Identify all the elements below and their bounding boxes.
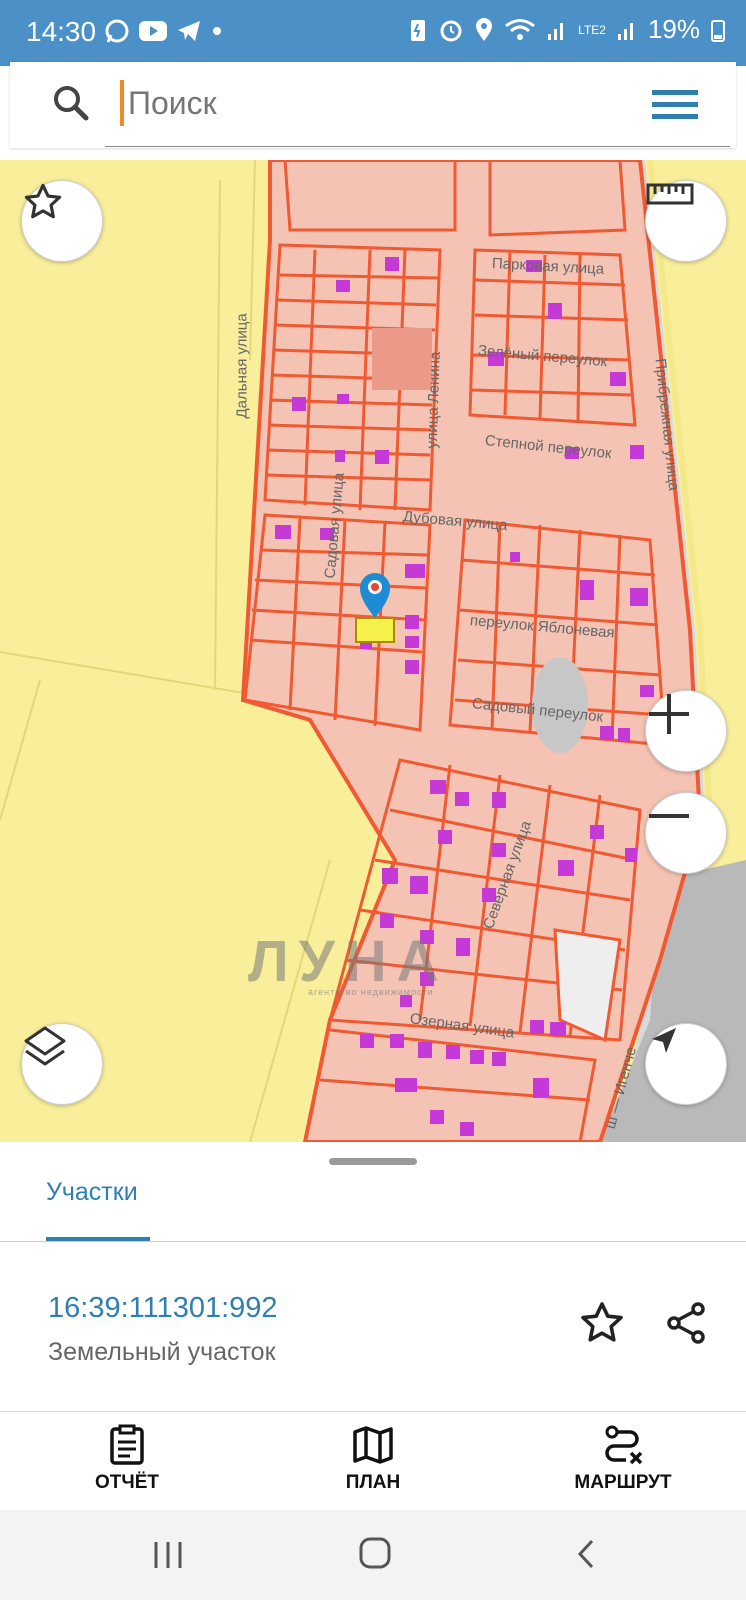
plan-button[interactable]: ПЛАН bbox=[328, 1424, 418, 1494]
tab-parcels[interactable]: Участки bbox=[46, 1178, 150, 1240]
route-label: МАРШРУТ bbox=[574, 1472, 672, 1493]
location-icon bbox=[476, 17, 493, 41]
search-icon[interactable] bbox=[52, 84, 90, 122]
my-location-button[interactable] bbox=[645, 1023, 727, 1105]
action-bar: ОТЧЁТ ПЛАН МАРШРУТ bbox=[0, 1411, 746, 1511]
alarm-icon bbox=[440, 20, 462, 41]
battery-saver-icon bbox=[411, 19, 426, 41]
status-time: 14:30 bbox=[26, 16, 97, 47]
divider bbox=[0, 1241, 746, 1242]
home-icon[interactable] bbox=[358, 1536, 392, 1570]
report-button[interactable]: ОТЧЁТ bbox=[82, 1424, 172, 1494]
plus-icon bbox=[649, 694, 689, 734]
system-navigation-bar bbox=[0, 1510, 746, 1600]
network-label: LTE2 bbox=[578, 22, 606, 37]
dot-icon bbox=[213, 27, 221, 35]
star-icon bbox=[24, 183, 62, 219]
signal-icon bbox=[617, 22, 633, 40]
signal-icon bbox=[548, 22, 564, 40]
parcel-type: Земельный участок bbox=[48, 1338, 276, 1366]
map-icon bbox=[353, 1426, 393, 1464]
clipboard-report-icon bbox=[110, 1424, 144, 1465]
street-label: улица Ленина bbox=[423, 351, 444, 449]
search-bar bbox=[10, 62, 736, 148]
favorites-button[interactable] bbox=[21, 180, 103, 262]
recent-apps-icon[interactable] bbox=[152, 1540, 184, 1570]
favorite-star-icon[interactable] bbox=[578, 1299, 626, 1347]
battery-percent: 19% bbox=[647, 14, 700, 44]
drag-handle[interactable] bbox=[329, 1158, 417, 1165]
zoom-in-button[interactable] bbox=[645, 690, 727, 772]
status-bar: 14:30 LTE2 19% bbox=[0, 0, 746, 66]
parcel-cadastral-number[interactable]: 16:39:111301:992 bbox=[48, 1292, 278, 1325]
plan-label: ПЛАН bbox=[345, 1472, 401, 1493]
selected-parcel[interactable] bbox=[355, 617, 395, 643]
battery-icon bbox=[711, 19, 725, 42]
report-label: ОТЧЁТ bbox=[94, 1472, 160, 1493]
route-icon bbox=[605, 1425, 643, 1465]
layers-button[interactable] bbox=[21, 1023, 103, 1105]
telegram-icon bbox=[178, 21, 200, 41]
zoom-out-button[interactable] bbox=[645, 792, 727, 874]
layers-icon bbox=[24, 1026, 66, 1066]
navigation-arrow-icon bbox=[652, 1028, 676, 1053]
wifi-icon bbox=[505, 18, 536, 40]
search-input[interactable] bbox=[120, 74, 690, 132]
minus-icon bbox=[649, 814, 689, 818]
whatsapp-icon bbox=[105, 19, 129, 43]
route-button[interactable]: МАРШРУТ bbox=[565, 1424, 681, 1494]
watermark: ЛУНА bbox=[248, 929, 449, 994]
watermark-subtitle: агентство недвижимости bbox=[308, 987, 434, 997]
map-view[interactable]: Дальная улица Садовая улица улица Ленина… bbox=[0, 160, 746, 1142]
system-icons: LTE2 19% bbox=[408, 14, 726, 45]
ruler-button[interactable] bbox=[645, 180, 727, 262]
share-icon[interactable] bbox=[662, 1299, 710, 1347]
hamburger-menu-icon[interactable] bbox=[652, 88, 698, 122]
notification-icons bbox=[104, 18, 224, 44]
street-label: Дальная улица bbox=[233, 313, 251, 419]
youtube-icon bbox=[139, 21, 167, 41]
back-icon[interactable] bbox=[574, 1538, 598, 1570]
ruler-icon bbox=[646, 183, 694, 205]
search-underline bbox=[105, 146, 730, 147]
